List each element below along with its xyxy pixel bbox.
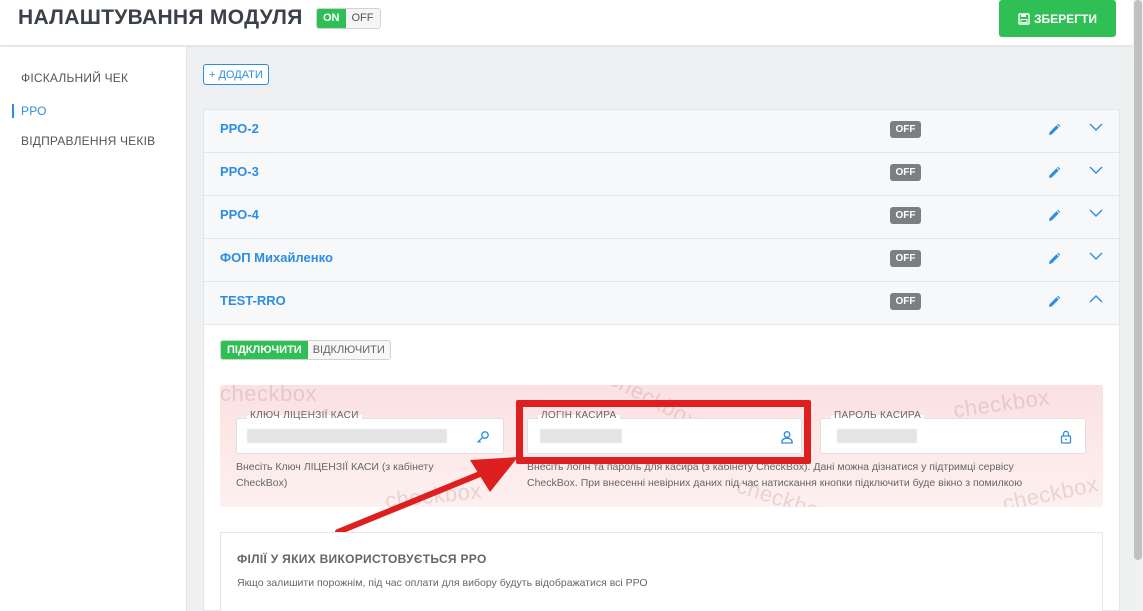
branches-section: ФІЛІЇ У ЯКИХ ВИКОРИСТОВУЄТЬСЯ РРО Якщо з…	[220, 532, 1103, 611]
sidebar-active-marker	[12, 104, 14, 118]
sidebar: ФІСКАЛЬНИЙ ЧЕК РРО ВІДПРАВЛЕННЯ ЧЕКІВ	[0, 47, 187, 611]
status-badge[interactable]: OFF	[890, 207, 921, 224]
chevron-down-icon[interactable]	[1089, 208, 1103, 218]
accordion-row[interactable]: РРО-3 OFF	[203, 152, 1120, 195]
lock-icon	[1060, 430, 1072, 444]
module-toggle-off[interactable]: OFF	[345, 9, 380, 28]
accordion-title[interactable]: ФОП Михайленко	[220, 250, 333, 265]
accordion-title[interactable]: РРО-2	[220, 121, 259, 136]
sidebar-item-fiscal-check[interactable]: ФІСКАЛЬНИЙ ЧЕК	[21, 71, 128, 85]
annotation-highlight-box	[516, 400, 811, 464]
page-title: НАЛАШТУВАННЯ МОДУЛЯ	[18, 6, 303, 29]
pencil-icon[interactable]	[1047, 166, 1061, 180]
status-badge[interactable]: OFF	[890, 121, 921, 138]
annotation-arrow-icon	[335, 457, 518, 535]
branches-title: ФІЛІЇ У ЯКИХ ВИКОРИСТОВУЄТЬСЯ РРО	[237, 552, 487, 566]
scrollbar[interactable]	[1133, 0, 1143, 611]
cashier-password-field[interactable]: ПАРОЛЬ КАСИРА	[820, 410, 1086, 454]
license-key-field[interactable]: КЛЮЧ ЛІЦЕНЗІЇ КАСИ	[236, 410, 504, 454]
key-icon	[477, 431, 489, 443]
license-key-label: КЛЮЧ ЛІЦЕНЗІЇ КАСИ	[247, 410, 362, 421]
save-button-label: ЗБЕРЕГТИ	[1034, 11, 1097, 26]
connect-button[interactable]: ПІДКЛЮЧИТИ	[221, 341, 308, 359]
cashier-hint-line: CheckBox. При внесенні невірних даних пі…	[527, 477, 1023, 489]
accordion-row[interactable]: РРО-2 OFF	[203, 109, 1120, 152]
chevron-up-icon[interactable]	[1089, 294, 1103, 304]
add-button[interactable]: + ДОДАТИ	[203, 64, 269, 85]
pencil-icon[interactable]	[1047, 252, 1061, 266]
pencil-icon[interactable]	[1047, 209, 1061, 223]
accordion-row[interactable]: РРО-4 OFF	[203, 195, 1120, 238]
module-toggle[interactable]: ON OFF	[316, 8, 381, 29]
accordion-row[interactable]: TEST-RRO OFF	[203, 281, 1120, 324]
accordion-row[interactable]: ФОП Михайленко OFF	[203, 238, 1120, 281]
pencil-icon[interactable]	[1047, 295, 1061, 309]
scrollbar-thumb[interactable]	[1134, 0, 1142, 560]
branches-hint: Якщо залишити порожнім, під час оплати д…	[237, 577, 648, 589]
chevron-down-icon[interactable]	[1089, 251, 1103, 261]
sidebar-item-rro[interactable]: РРО	[21, 104, 47, 118]
chevron-down-icon[interactable]	[1089, 122, 1103, 132]
pencil-icon[interactable]	[1047, 123, 1061, 137]
cashier-password-label: ПАРОЛЬ КАСИРА	[831, 410, 925, 421]
accordion-title[interactable]: РРО-3	[220, 164, 259, 179]
floppy-disk-icon	[1018, 12, 1030, 25]
top-header: НАЛАШТУВАННЯ МОДУЛЯ ON OFF ЗБЕРЕГТИ	[0, 0, 1133, 46]
connection-toggle[interactable]: ПІДКЛЮЧИТИ ВІДКЛЮЧИТИ	[220, 340, 391, 360]
status-badge[interactable]: OFF	[890, 250, 921, 267]
sidebar-item-send-checks[interactable]: ВІДПРАВЛЕННЯ ЧЕКІВ	[21, 134, 155, 148]
status-badge[interactable]: OFF	[890, 293, 921, 310]
cashier-password-value-redacted	[837, 429, 917, 443]
disconnect-button[interactable]: ВІДКЛЮЧИТИ	[307, 341, 390, 359]
status-badge[interactable]: OFF	[890, 164, 921, 181]
accordion-title[interactable]: РРО-4	[220, 207, 259, 222]
watermark: checkbox	[220, 385, 317, 406]
accordion-title[interactable]: TEST-RRO	[220, 293, 286, 308]
module-toggle-on[interactable]: ON	[317, 9, 346, 28]
save-button[interactable]: ЗБЕРЕГТИ	[999, 0, 1116, 37]
chevron-down-icon[interactable]	[1089, 165, 1103, 175]
license-key-value-redacted	[247, 429, 447, 443]
